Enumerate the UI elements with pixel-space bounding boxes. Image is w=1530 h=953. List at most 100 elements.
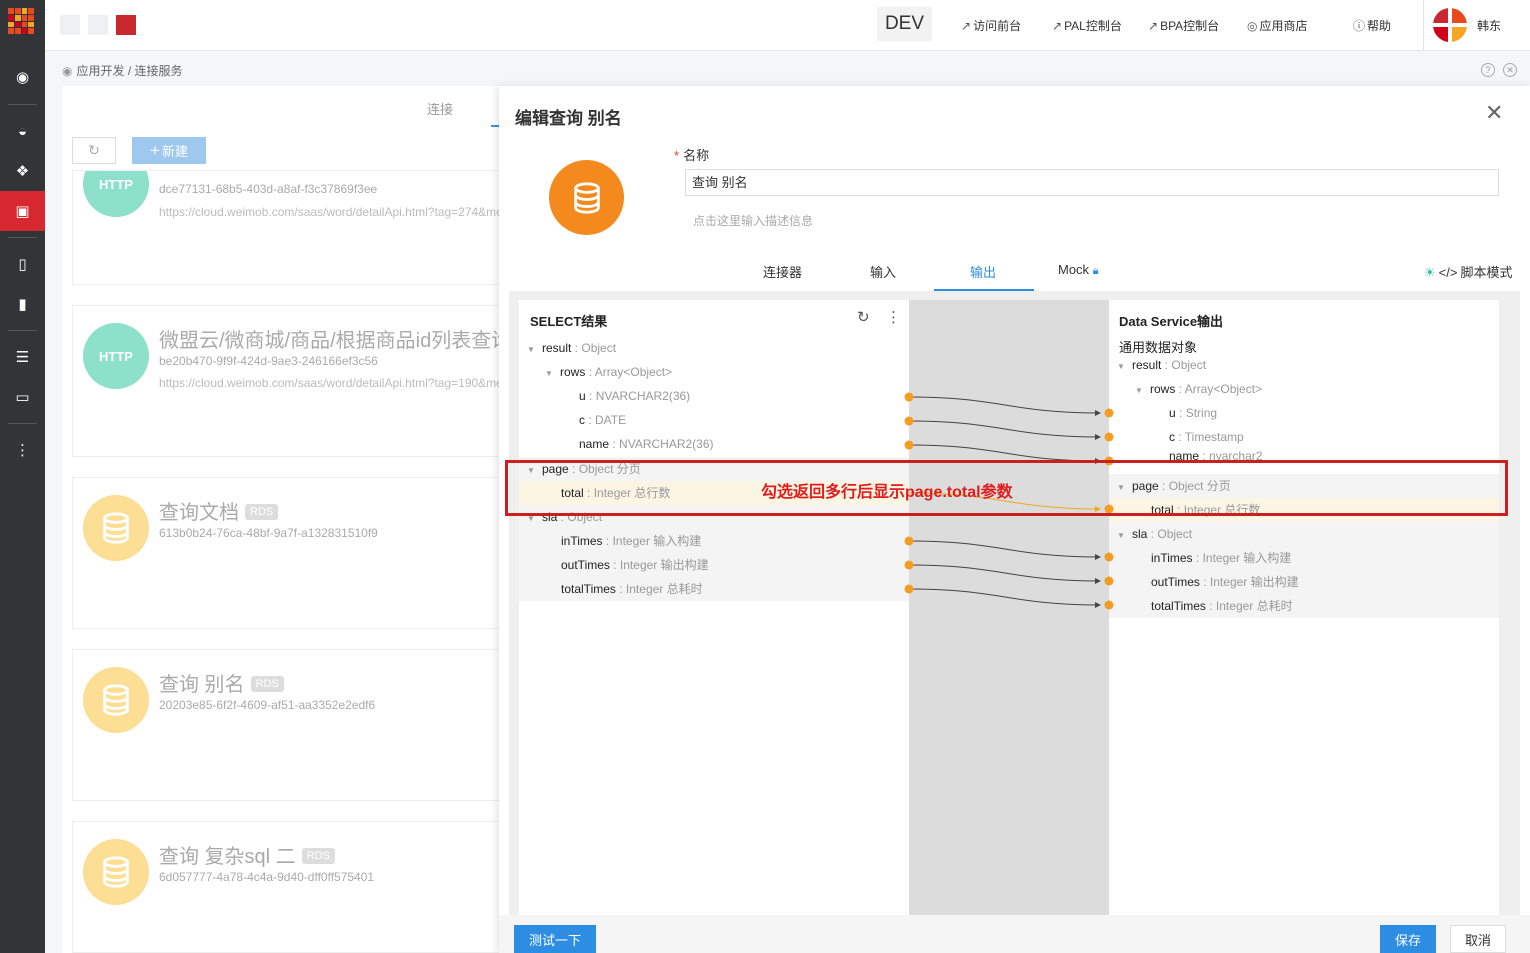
link-app-store[interactable]: ◎ 应用商店: [1247, 17, 1308, 34]
caret-down-icon: ▼: [545, 369, 553, 378]
external-arrow-icon: ↗: [1148, 19, 1159, 33]
save-button[interactable]: 保存: [1380, 925, 1436, 953]
description-input[interactable]: 点击这里输入描述信息: [693, 212, 813, 229]
tab-connector[interactable]: 连接器: [763, 262, 802, 281]
field-type: NVARCHAR2(36): [595, 389, 691, 403]
close-circle-icon[interactable]: ✕: [1503, 63, 1517, 77]
field-type: Timestamp: [1184, 430, 1244, 444]
field-name: result: [542, 341, 572, 355]
lightbulb-icon: ☀: [1424, 265, 1436, 280]
name-input[interactable]: 查询 别名: [685, 169, 1499, 196]
tree-row[interactable]: ▼ result : Object: [527, 336, 616, 360]
tree-row[interactable]: u : NVARCHAR2(36): [579, 384, 690, 408]
caret-down-icon: ▼: [1117, 531, 1125, 540]
tree-row[interactable]: u : String: [1169, 401, 1217, 425]
field-name: outTimes: [561, 558, 610, 572]
card-title-text: 查询 别名: [159, 674, 245, 696]
link-bpa-console[interactable]: ↗ BPA控制台: [1148, 17, 1219, 34]
toolbar-red-square-icon[interactable]: [116, 15, 136, 35]
new-button[interactable]: + 新建: [132, 137, 206, 164]
connection-card[interactable]: 查询 别名 RDS 20203e85-6f2f-4609-af51-aa3352e…: [72, 649, 502, 801]
script-mode-toggle[interactable]: ☀ </> 脚本模式: [1424, 262, 1512, 281]
database-icon: [83, 667, 149, 733]
link-label: BPA控制台: [1160, 19, 1220, 33]
breadcrumb: ◉ 应用开发 / 连接服务: [62, 62, 183, 79]
test-button[interactable]: 测试一下: [514, 925, 596, 953]
tree-row[interactable]: inTimes : Integer 输入构建: [519, 529, 909, 553]
tree-row[interactable]: ▼ result : Object: [1117, 353, 1206, 377]
location-icon[interactable]: ◉: [0, 57, 45, 97]
card-url: https://cloud.weimob.com/saas/word/detai…: [159, 205, 502, 219]
rds-badge: RDS: [250, 676, 284, 692]
field-name: totalTimes: [561, 582, 616, 596]
tree-row[interactable]: totalTimes : Integer 总耗时: [519, 577, 909, 601]
database-icon: [83, 495, 149, 561]
toolbar-square-icon[interactable]: [88, 15, 108, 35]
tab-mock-label: Mock: [1058, 262, 1090, 277]
more-vertical-icon[interactable]: ⋮: [0, 430, 45, 470]
user-menu[interactable]: 韩东: [1423, 0, 1530, 51]
close-icon[interactable]: ✕: [1485, 100, 1503, 126]
select-result-title: SELECT结果: [530, 314, 608, 329]
connector-cube-icon[interactable]: ▣: [0, 191, 45, 231]
card-title: 查询文档 RDS: [159, 496, 279, 525]
tree-row[interactable]: totalTimes : Integer 总耗时: [1109, 594, 1499, 618]
connection-card[interactable]: 查询 复杂sql 二 RDS 6d057777-4a78-4c4a-9d40-df…: [72, 821, 502, 953]
edit-query-drawer: 编辑查询 别名 ✕ * 名称 查询 别名 点击这里输入描述信息 连接器 输入 输出…: [499, 86, 1530, 953]
breadcrumb-text: 应用开发 / 连接服务: [76, 64, 183, 78]
card-title-text: 查询文档: [159, 502, 239, 524]
refresh-button[interactable]: ↻: [72, 137, 116, 164]
tab-output[interactable]: 输出: [970, 262, 996, 281]
refresh-icon[interactable]: ↻: [857, 308, 870, 326]
nav-divider: [8, 330, 37, 331]
link-help[interactable]: ⓘ 帮助: [1353, 17, 1391, 34]
connection-card[interactable]: 查询文档 RDS 613b0b24-76ca-48bf-9a7f-a1328315…: [72, 477, 502, 629]
card-id: be20b470-9f9f-424d-9ae3-246166ef3c56: [159, 354, 378, 368]
field-type: Integer 总耗时: [625, 582, 703, 596]
connection-card[interactable]: HTTP dce77131-68b5-403d-a8af-f3c37869f3e…: [72, 170, 502, 285]
field-name: rows: [1150, 382, 1176, 396]
external-arrow-icon: ↗: [961, 19, 972, 33]
tree-row[interactable]: name : NVARCHAR2(36): [579, 432, 714, 456]
field-name: outTimes: [1151, 575, 1200, 589]
apps-icon[interactable]: ❖: [0, 151, 45, 191]
field-name: rows: [560, 365, 586, 379]
list-icon[interactable]: ☰: [0, 337, 45, 377]
external-arrow-icon: ↗: [1052, 19, 1063, 33]
tab-connection[interactable]: 连接: [427, 99, 453, 118]
tree-row[interactable]: ▼ rows : Array<Object>: [1135, 377, 1262, 401]
card-url: https://cloud.weimob.com/saas/word/detai…: [159, 376, 502, 390]
link-pal-console[interactable]: ↗ PAL控制台: [1052, 17, 1122, 34]
lock-icon: 🔒︎: [1092, 265, 1099, 277]
more-vertical-icon[interactable]: ⋮: [886, 308, 901, 326]
field-type: Integer 输出构建: [1209, 575, 1299, 589]
mobile-app-icon[interactable]: ▯: [0, 244, 45, 284]
tree-row[interactable]: ▼ rows : Array<Object>: [545, 360, 672, 384]
tab-mock[interactable]: Mock 🔒︎: [1058, 262, 1099, 278]
database-icon: [549, 160, 624, 235]
field-name: u: [1169, 406, 1176, 420]
tree-row[interactable]: outTimes : Integer 输出构建: [1109, 570, 1499, 594]
app-logo[interactable]: [8, 8, 34, 34]
cancel-button[interactable]: 取消: [1450, 925, 1506, 953]
toolbar-square-icon[interactable]: [60, 15, 80, 35]
tree-row[interactable]: c : DATE: [579, 408, 626, 432]
tree-row[interactable]: outTimes : Integer 输出构建: [519, 553, 909, 577]
http-icon: HTTP: [83, 171, 149, 217]
monitor-icon[interactable]: ▭: [0, 377, 45, 417]
phone-icon[interactable]: ▮: [0, 284, 45, 324]
help-circle-icon[interactable]: ?: [1481, 63, 1495, 77]
tree-row[interactable]: inTimes : Integer 输入构建: [1109, 546, 1499, 570]
tree-row[interactable]: ▼ sla : Object: [1109, 522, 1499, 546]
user-name: 韩东: [1477, 19, 1502, 33]
dashboard-icon[interactable]: ◒: [0, 111, 45, 151]
nav-divider: [8, 423, 37, 424]
field-name: name: [579, 437, 610, 451]
avatar[interactable]: [1433, 8, 1467, 42]
nav-divider: [8, 104, 37, 105]
link-frontend[interactable]: ↗ 访问前台: [961, 17, 1021, 34]
connection-card[interactable]: HTTP 微盟云/微商城/商品/根据商品id列表查询 be20b470-9f9f…: [72, 305, 502, 457]
tab-input[interactable]: 输入: [870, 262, 896, 281]
env-badge[interactable]: DEV: [877, 7, 932, 41]
tree-row[interactable]: c : Timestamp: [1169, 425, 1244, 449]
